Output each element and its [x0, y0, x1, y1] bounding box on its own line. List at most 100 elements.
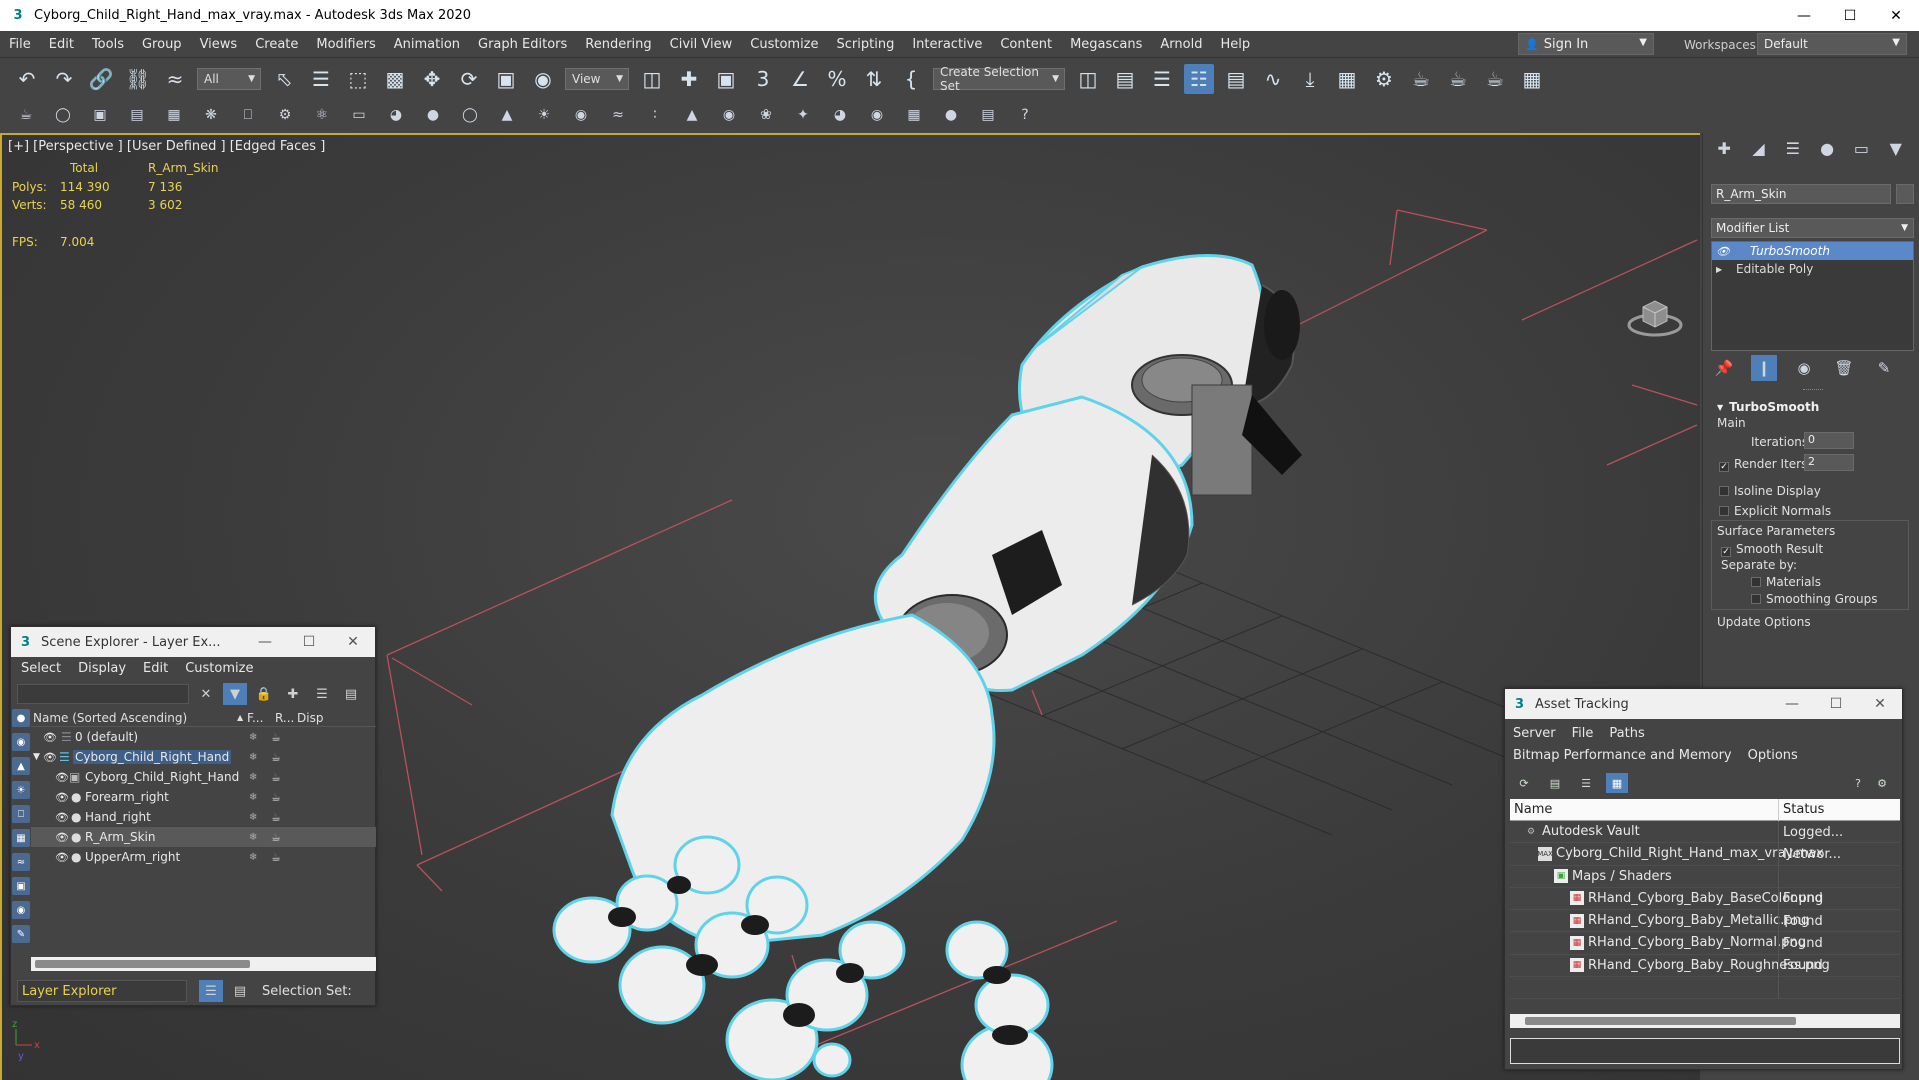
explorer-name-field[interactable]: Layer Explorer — [17, 980, 187, 1002]
materials-checkbox[interactable]: Materials — [1751, 575, 1821, 589]
menu-scripting[interactable]: Scripting — [828, 37, 904, 52]
system-icon[interactable]: ⚛ — [310, 104, 334, 126]
eye-icon[interactable]: 👁 — [1716, 245, 1730, 258]
menu-create[interactable]: Create — [246, 37, 307, 52]
snaps-toggle-icon[interactable]: 3 — [748, 64, 778, 94]
menu-rendering[interactable]: Rendering — [576, 37, 660, 52]
render-iters-spinner[interactable]: 2 — [1804, 454, 1854, 471]
stack-item-turbosmooth[interactable]: 👁 TurboSmooth — [1712, 242, 1913, 260]
display-helpers-icon[interactable]: ▦ — [12, 829, 30, 847]
rectangular-selection-icon[interactable]: ⬚ — [343, 64, 373, 94]
close-button[interactable]: ✕ — [1873, 0, 1919, 31]
minimize-button[interactable]: — — [1770, 689, 1814, 719]
sign-in-dropdown[interactable]: 👤 Sign In ▼ — [1518, 33, 1654, 55]
torus-icon[interactable]: ◯ — [458, 104, 482, 126]
object-name-field[interactable]: R_Arm_Skin — [1711, 184, 1891, 204]
menu-animation[interactable]: Animation — [385, 37, 469, 52]
se-menu-display[interactable]: Display — [78, 661, 126, 676]
se-menu-customize[interactable]: Customize — [185, 661, 253, 676]
detail-view-icon[interactable]: ☰ — [1575, 773, 1597, 793]
render-teapot-icon[interactable]: ☕ — [271, 791, 285, 804]
se-menu-select[interactable]: Select — [21, 661, 61, 676]
viewcube-icon[interactable] — [1627, 293, 1683, 339]
light-icon[interactable]: ❋ — [199, 104, 223, 126]
smoothing-groups-checkbox[interactable]: Smoothing Groups — [1751, 592, 1877, 606]
proxy-icon[interactable]: ▲ — [680, 104, 704, 126]
motion-tab-icon[interactable]: ● — [1816, 137, 1838, 159]
table-row[interactable]: 👁 ☰ 0 (default) ❄ ☕ — [31, 727, 376, 747]
camera-icon[interactable]: ⎕ — [236, 104, 260, 126]
asset-path-field[interactable] — [1510, 1038, 1900, 1064]
globe-icon[interactable]: ◉ — [717, 104, 741, 126]
display-groups-icon[interactable]: ▣ — [12, 877, 30, 895]
menu-modifiers[interactable]: Modifiers — [307, 37, 384, 52]
render-iters-checkbox[interactable]: ✓ Render Iters: — [1719, 457, 1811, 472]
grid-icon[interactable]: ▦ — [162, 104, 186, 126]
col-name-header[interactable]: Name (Sorted Ascending) — [33, 711, 187, 725]
render-iterative-icon[interactable]: ☕ — [1480, 64, 1510, 94]
maximize-button[interactable]: ☐ — [1827, 0, 1873, 31]
sun-icon[interactable]: ☀ — [532, 104, 556, 126]
freeze-icon[interactable]: ❄ — [249, 792, 261, 803]
display-shapes-icon[interactable]: ▲ — [12, 757, 30, 775]
frame-icon[interactable]: ▣ — [88, 104, 112, 126]
undo-icon[interactable]: ↶ — [12, 64, 42, 94]
selection-set-dropdown[interactable]: Create Selection Set ▼ — [933, 65, 1065, 93]
menu-arnold[interactable]: Arnold — [1151, 37, 1211, 52]
collapse-icon[interactable]: ▤ — [339, 683, 363, 705]
layer-icon[interactable]: ▤ — [125, 104, 149, 126]
eye-icon[interactable]: 👁 — [43, 731, 57, 744]
mirror-icon[interactable]: ◫ — [1073, 64, 1103, 94]
modifier-list-dropdown[interactable]: Modifier List ▼ — [1711, 218, 1914, 238]
utilities-tab-icon[interactable]: ▼ — [1885, 137, 1907, 159]
render-icon[interactable]: ● — [939, 104, 963, 126]
table-row[interactable]: ▦ RHand_Cyborg_Baby_Normal.png Found — [1510, 932, 1900, 955]
new-layer-icon[interactable]: ✚ — [281, 683, 305, 705]
cone-icon[interactable]: ▲ — [495, 104, 519, 126]
render-teapot-icon[interactable]: ☕ — [271, 751, 285, 764]
rotate-icon[interactable]: ⟳ — [454, 64, 484, 94]
sphere-icon[interactable]: ● — [421, 104, 445, 126]
table-row[interactable]: ▦ RHand_Cyborg_Baby_Metallic.png Found — [1510, 910, 1900, 933]
col-name-header[interactable]: Name — [1514, 802, 1552, 817]
table-row[interactable]: ▦ RHand_Cyborg_Baby_BaseColor.png Found — [1510, 887, 1900, 911]
frame-buffer-icon[interactable]: ▦ — [902, 104, 926, 126]
minimize-button[interactable]: — — [243, 627, 287, 657]
table-row[interactable]: ▣ Maps / Shaders — [1510, 865, 1900, 888]
eye-icon[interactable]: 👁 — [43, 751, 57, 764]
reference-coordinate-dropdown[interactable]: View ▼ — [565, 68, 629, 90]
modify-tab-icon[interactable]: ◢ — [1747, 137, 1769, 159]
stack-item-editable-poly[interactable]: ▶ Editable Poly — [1712, 260, 1913, 278]
menu-help[interactable]: Help — [1211, 37, 1259, 52]
help-icon[interactable]: ? — [1013, 104, 1037, 126]
maximize-button[interactable]: ☐ — [1814, 689, 1858, 719]
table-row[interactable]: ▦ RHand_Cyborg_Baby_Roughness.png Found — [1510, 954, 1900, 978]
display-geometry-icon[interactable]: ◉ — [12, 733, 30, 751]
render-teapot-icon[interactable]: ☕ — [271, 811, 285, 824]
unlink-icon[interactable]: ⛓ — [123, 64, 153, 94]
settings-icon[interactable]: ▤ — [976, 104, 1000, 126]
display-all-icon[interactable]: ● — [12, 709, 30, 727]
hierarchy-tab-icon[interactable]: ☰ — [1782, 137, 1804, 159]
settings-icon[interactable]: ⚙ — [1871, 773, 1893, 793]
window-crossing-icon[interactable]: ▩ — [380, 64, 410, 94]
align-icon[interactable]: ▤ — [1110, 64, 1140, 94]
box-icon[interactable]: ▭ — [347, 104, 371, 126]
redo-icon[interactable]: ↷ — [49, 64, 79, 94]
make-unique-icon[interactable]: ◉ — [1791, 355, 1817, 381]
table-row[interactable]: ▼ 👁 ☰ Cyborg_Child_Right_Hand ❄ ☕ — [31, 747, 376, 767]
display-bones-icon[interactable]: ✎ — [12, 925, 30, 943]
at-menu-options[interactable]: Options — [1748, 745, 1798, 767]
render-teapot-icon[interactable]: ☕ — [271, 771, 285, 784]
at-menu-bitmap[interactable]: Bitmap Performance and Memory — [1513, 745, 1732, 767]
isoline-display-checkbox[interactable]: Isoline Display — [1719, 484, 1821, 498]
menu-megascans[interactable]: Megascans — [1061, 37, 1151, 52]
display-xrefs-icon[interactable]: ◉ — [12, 901, 30, 919]
col-status-header[interactable]: Status — [1778, 798, 1824, 821]
workspaces-select[interactable]: Default ▼ — [1757, 33, 1907, 55]
select-manipulate-icon[interactable]: ✚ — [674, 64, 704, 94]
menu-views[interactable]: Views — [191, 37, 247, 52]
configure-modifier-sets-icon[interactable]: ✎ — [1871, 355, 1897, 381]
sky-icon[interactable]: ◉ — [569, 104, 593, 126]
menu-content[interactable]: Content — [991, 37, 1061, 52]
